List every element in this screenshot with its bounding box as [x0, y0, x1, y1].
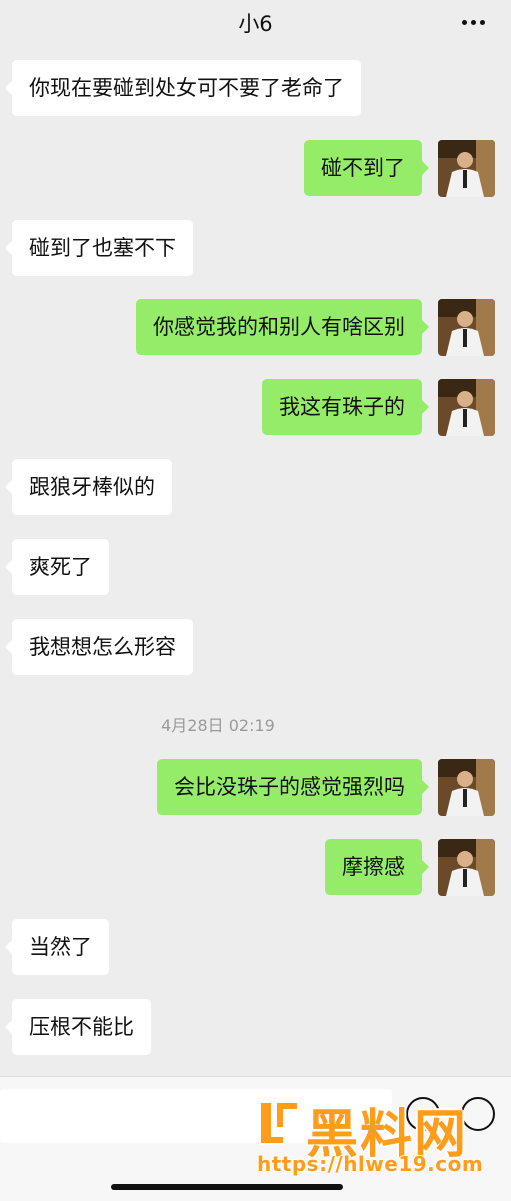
message-bubble[interactable]: 碰不到了 — [304, 140, 429, 196]
message-outgoing: 碰不到了 — [0, 140, 511, 197]
message-bubble[interactable]: 你感觉我的和别人有啥区别 — [136, 299, 429, 355]
message-bubble[interactable]: 我这有珠子的 — [262, 379, 429, 435]
watermark-url: https://hlwe19.com — [257, 1152, 484, 1176]
user-avatar[interactable] — [438, 140, 495, 197]
message-bubble[interactable]: 我想想怎么形容 — [5, 619, 193, 675]
chat-header: 小6 — [0, 0, 511, 48]
home-indicator — [111, 1184, 343, 1190]
message-bubble[interactable]: 碰到了也塞不下 — [5, 220, 193, 276]
watermark-logo — [259, 1101, 299, 1145]
message-incoming: 当然了 — [0, 919, 511, 975]
message-bubble[interactable]: 压根不能比 — [5, 999, 151, 1055]
message-bubble[interactable]: 你现在要碰到处女可不要了老命了 — [5, 60, 361, 116]
user-avatar[interactable] — [438, 759, 495, 816]
message-bubble[interactable]: 会比没珠子的感觉强烈吗 — [157, 759, 429, 815]
message-bubble[interactable]: 摩擦感 — [325, 839, 429, 895]
message-outgoing: 你感觉我的和别人有啥区别 — [0, 299, 511, 356]
chat-timestamp: 4月28日 02:19 — [161, 716, 275, 735]
more-dots-icon[interactable] — [462, 20, 485, 25]
message-outgoing: 摩擦感 — [0, 839, 511, 896]
message-bubble[interactable]: 当然了 — [5, 919, 109, 975]
chat-title: 小6 — [238, 12, 273, 36]
message-incoming: 你现在要碰到处女可不要了老命了 — [0, 60, 511, 116]
message-incoming: 我想想怎么形容 — [0, 619, 511, 675]
message-incoming: 爽死了 — [0, 539, 511, 595]
message-bubble[interactable]: 爽死了 — [5, 539, 109, 595]
message-bubble[interactable]: 跟狼牙棒似的 — [5, 459, 172, 515]
user-avatar[interactable] — [438, 299, 495, 356]
user-avatar[interactable] — [438, 839, 495, 896]
message-incoming: 跟狼牙棒似的 — [0, 459, 511, 515]
user-avatar[interactable] — [438, 379, 495, 436]
message-outgoing: 会比没珠子的感觉强烈吗 — [0, 759, 511, 816]
message-incoming: 压根不能比 — [0, 999, 511, 1055]
message-incoming: 碰到了也塞不下 — [0, 220, 511, 276]
message-outgoing: 我这有珠子的 — [0, 379, 511, 436]
